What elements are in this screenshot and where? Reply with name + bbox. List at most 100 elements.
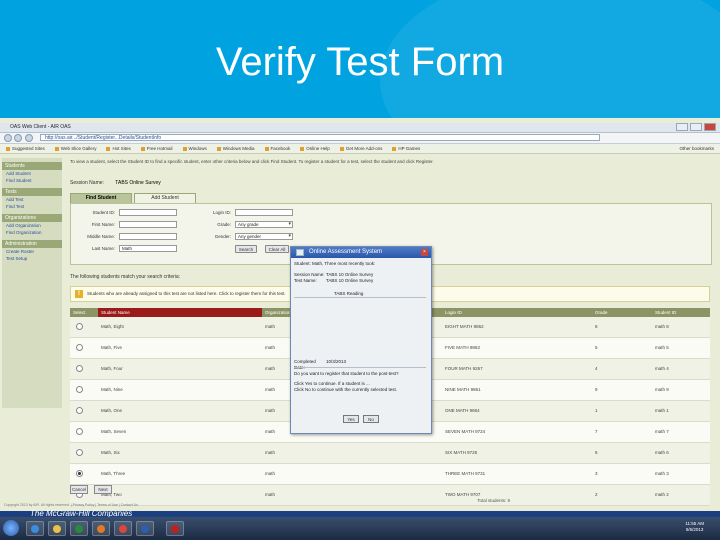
bookmark-item[interactable]: Web Slice Gallery: [55, 146, 97, 151]
ie-icon[interactable]: [26, 521, 44, 536]
row-select-radio[interactable]: [70, 380, 98, 400]
cancel-button[interactable]: Cancel: [70, 485, 88, 494]
row-select-radio[interactable]: [70, 422, 98, 442]
clear-all-button[interactable]: Clear All: [265, 245, 289, 253]
session-label: Session Name:: [70, 180, 104, 186]
close-button[interactable]: [704, 123, 716, 131]
login-id-cell: NINE MATH 9861: [445, 387, 481, 392]
column-header[interactable]: Student ID: [652, 308, 710, 317]
column-header[interactable]: Login ID: [442, 308, 592, 317]
other-bookmarks[interactable]: Other bookmarks: [679, 146, 714, 151]
radio-button[interactable]: [76, 323, 83, 331]
start-button[interactable]: [3, 520, 19, 536]
gender-label: Gender:: [214, 234, 231, 239]
login-id-input[interactable]: [235, 209, 293, 216]
login-id-cell: FOUR MATH 9267: [445, 366, 483, 371]
first-name-input[interactable]: [119, 221, 177, 228]
row-select-radio[interactable]: [70, 317, 98, 337]
row-select-radio[interactable]: [70, 464, 98, 484]
radio-button[interactable]: [76, 470, 83, 478]
minimize-button[interactable]: [676, 123, 688, 131]
organization-cell: math: [265, 450, 276, 455]
row-select-radio[interactable]: [70, 359, 98, 379]
forward-button[interactable]: [14, 134, 22, 142]
nav-item[interactable]: Add Student: [2, 170, 62, 177]
grade-cell: 4: [595, 366, 598, 371]
table-row[interactable]: Math, Six math SIX MATH 9725 6 math 6: [70, 443, 710, 464]
explorer-icon[interactable]: [48, 521, 66, 536]
tab-find-student[interactable]: Find Student: [70, 193, 132, 203]
word-icon[interactable]: [136, 521, 154, 536]
media-player-icon[interactable]: [70, 521, 88, 536]
dialog-completed-row: Completed Date: 10/3/2013: [294, 359, 424, 371]
row-select-radio[interactable]: [70, 338, 98, 358]
browser-tab[interactable]: OAS Web Client - AIR OAS: [10, 124, 71, 130]
bookmark-item[interactable]: Windows: [183, 146, 207, 151]
student-name-cell: Math, Seven: [101, 429, 127, 434]
nav-item[interactable]: Find Organization: [2, 229, 62, 236]
grade-label: Grade:: [217, 222, 231, 227]
url-input[interactable]: http://oas.air.../Student/Register...Det…: [40, 134, 600, 141]
window-controls: [676, 123, 716, 131]
bookmark-item[interactable]: Hot Sites: [106, 146, 130, 151]
first-name-label: First Name:: [91, 222, 115, 227]
reload-button[interactable]: [25, 134, 33, 142]
nav-item[interactable]: Add Organization: [2, 222, 62, 229]
student-name-cell: Math, Six: [101, 450, 120, 455]
yes-button[interactable]: Yes: [343, 415, 359, 423]
table-row[interactable]: Math, Three math THREE MATH 9731 3 math 3: [70, 464, 710, 485]
bookmark-item[interactable]: Online Help: [300, 146, 330, 151]
nav-item[interactable]: Find Student: [2, 177, 62, 184]
taskbar: 11:55 AM 9/5/2013: [0, 517, 720, 540]
last-name-input[interactable]: Math: [119, 245, 177, 252]
dialog-title: Online Assessment System: [291, 247, 431, 258]
radio-button[interactable]: [76, 386, 83, 394]
search-button[interactable]: Search: [235, 245, 257, 253]
nav-item[interactable]: Add Test: [2, 196, 62, 203]
next-button[interactable]: Next: [94, 485, 112, 494]
column-header[interactable]: Student Name: [98, 308, 262, 317]
radio-button[interactable]: [76, 449, 83, 457]
student-id-cell: math 3: [655, 471, 669, 476]
gender-select[interactable]: Any gender: [235, 233, 293, 240]
nav-item[interactable]: Test Setup: [2, 255, 62, 262]
close-icon[interactable]: ×: [421, 249, 428, 256]
bookmark-item[interactable]: Suggested Sites: [6, 146, 45, 151]
acrobat-icon[interactable]: [166, 521, 184, 536]
middle-name-input[interactable]: [119, 233, 177, 240]
radio-button[interactable]: [76, 428, 83, 436]
back-button[interactable]: [4, 134, 12, 142]
radio-button[interactable]: [76, 365, 83, 373]
radio-button[interactable]: [76, 344, 83, 352]
row-select-radio[interactable]: [70, 443, 98, 463]
login-id-cell: EIGHT MATH 9862: [445, 324, 484, 329]
login-id-cell: SIX MATH 9725: [445, 450, 478, 455]
session-line: Session Name: TABS Online Survey: [70, 180, 161, 186]
nav-item[interactable]: Create Roster: [2, 248, 62, 255]
student-id-input[interactable]: [119, 209, 177, 216]
nav-item[interactable]: Find Test: [2, 203, 62, 210]
last-name-label: Last Name:: [91, 246, 115, 251]
grade-cell: 5: [595, 345, 598, 350]
chrome-icon[interactable]: [114, 521, 132, 536]
firefox-icon[interactable]: [92, 521, 110, 536]
bookmark-item[interactable]: Facebook: [265, 146, 291, 151]
grade-select[interactable]: Any grade: [235, 221, 293, 228]
maximize-button[interactable]: [690, 123, 702, 131]
bookmark-item[interactable]: Windows Media: [217, 146, 255, 151]
no-button[interactable]: No: [363, 415, 379, 423]
clock-date: 9/5/2013: [685, 527, 704, 532]
bookmark-item[interactable]: Free Hotmail: [141, 146, 173, 151]
nav-section-header: Organizations: [2, 214, 62, 222]
notice-text: Students who are already assigned to thi…: [87, 291, 286, 296]
row-select-radio[interactable]: [70, 401, 98, 421]
dialog-hint: Click No to continue with the currently …: [294, 387, 398, 392]
grade-cell: 1: [595, 408, 598, 413]
column-header[interactable]: Grade: [592, 308, 652, 317]
session-value: TABS Online Survey: [115, 180, 161, 186]
radio-button[interactable]: [76, 407, 83, 415]
tab-add-student[interactable]: Add Student: [134, 193, 196, 203]
bookmark-item[interactable]: HP Games: [392, 146, 420, 151]
student-name-cell: Math, Nine: [101, 387, 123, 392]
bookmark-item[interactable]: Get More Add-ons: [340, 146, 383, 151]
